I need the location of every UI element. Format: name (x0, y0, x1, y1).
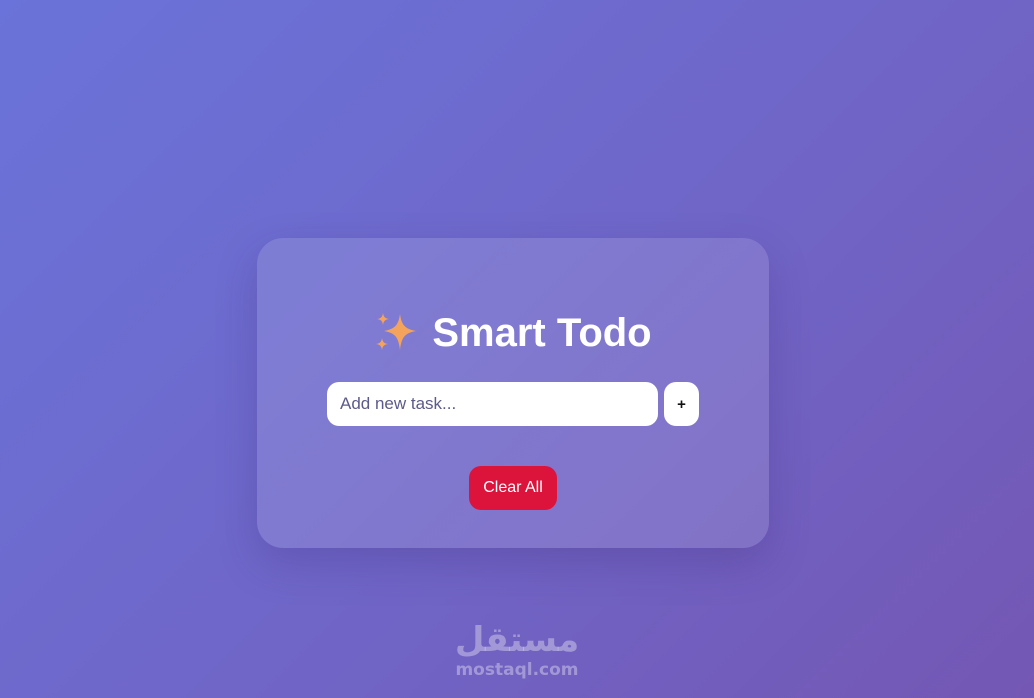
add-task-button[interactable]: + (664, 382, 699, 426)
watermark-url: mostaql.com (455, 660, 579, 680)
task-input[interactable] (327, 382, 658, 426)
sparkles-icon (376, 313, 417, 350)
clear-all-button[interactable]: Clear All (469, 466, 557, 510)
todo-card: Smart Todo + Clear All (257, 238, 769, 548)
task-input-row: + (327, 382, 699, 426)
page-title: Smart Todo (257, 310, 769, 355)
app-title: Smart Todo (432, 311, 652, 355)
mostaql-watermark: مستقل mostaql.com (437, 620, 597, 680)
watermark-logo: مستقل (454, 620, 580, 660)
